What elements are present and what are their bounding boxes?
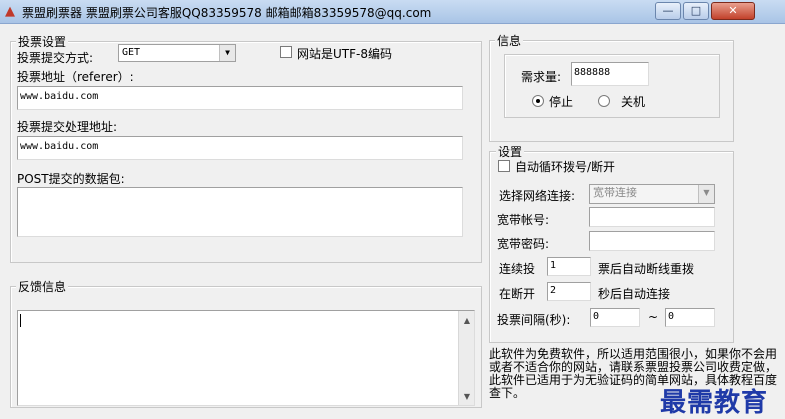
scroll-up-icon[interactable]: ▲ (459, 313, 475, 329)
client-area: 投票设置 投票提交方式: GET ▼ 网站是UTF-8编码 投票地址（refer… (0, 24, 785, 418)
reconnect-suffix: 秒后自动连接 (598, 287, 671, 301)
shutdown-label: 关机 (621, 95, 646, 109)
close-button[interactable]: ✕ (711, 2, 755, 20)
stop-label: 停止 (549, 95, 574, 109)
password-label: 宽带密码: (497, 237, 550, 251)
vote-settings-label: 投票设置 (16, 33, 69, 50)
handler-label: 投票提交处理地址: (17, 120, 118, 134)
post-data-label: POST提交的数据包: (17, 172, 125, 186)
feedback-scrollbar[interactable]: ▲ ▼ (458, 311, 474, 405)
reconnect-label: 在断开 (499, 287, 536, 301)
utf8-checkbox[interactable] (280, 46, 292, 58)
consecutive-suffix: 票后自动断线重拨 (598, 262, 695, 276)
demand-input[interactable]: 888888 (571, 62, 649, 86)
close-icon: ✕ (728, 4, 738, 17)
network-label: 选择网络连接: (499, 189, 576, 203)
referer-label: 投票地址（referer）: (17, 70, 134, 84)
title-bar: ▲ 票盟刷票器 票盟刷票公司客服QQ83359578 邮箱邮箱83359578@… (0, 0, 785, 24)
referer-input[interactable]: www.baidu.com (17, 86, 463, 110)
stop-radio[interactable] (532, 95, 544, 107)
interval-min-input[interactable]: 0 (590, 308, 640, 327)
maximize-button[interactable]: □ (683, 2, 709, 20)
submit-method-label: 投票提交方式: (17, 51, 94, 65)
consecutive-label: 连续投 (499, 262, 536, 276)
password-input[interactable] (589, 231, 715, 251)
window-title: 票盟刷票器 票盟刷票公司客服QQ83359578 邮箱邮箱83359578@qq… (22, 6, 432, 20)
utf8-label: 网站是UTF-8编码 (297, 47, 392, 61)
interval-label: 投票间隔(秒): (497, 313, 571, 327)
interval-max-input[interactable]: 0 (665, 308, 715, 327)
scroll-down-icon[interactable]: ▼ (459, 389, 475, 405)
auto-dial-checkbox[interactable] (498, 160, 510, 172)
submit-method-value: GET (122, 47, 141, 58)
demand-label: 需求量: (521, 70, 562, 84)
text-caret (20, 314, 21, 327)
watermark-text: 最需教育 (660, 388, 769, 418)
app-icon: ▲ (5, 4, 15, 19)
feedback-textarea[interactable]: ▲ ▼ (17, 310, 475, 406)
feedback-label: 反馈信息 (16, 278, 69, 295)
chevron-down-icon: ▼ (698, 185, 714, 203)
consecutive-input[interactable]: 1 (547, 257, 591, 276)
shutdown-radio[interactable] (598, 95, 610, 107)
post-data-input[interactable] (17, 187, 463, 237)
handler-input[interactable]: www.baidu.com (17, 136, 463, 160)
network-value: 宽带连接 (593, 186, 637, 199)
reconnect-input[interactable]: 2 (547, 282, 591, 301)
maximize-icon: □ (690, 4, 702, 17)
minimize-button[interactable]: — (655, 2, 681, 20)
submit-method-select[interactable]: GET ▼ (118, 44, 236, 62)
info-label: 信息 (495, 32, 524, 49)
auto-dial-label: 自动循环拨号/断开 (515, 160, 616, 174)
network-select[interactable]: 宽带连接 ▼ (589, 184, 715, 204)
account-input[interactable] (589, 207, 715, 227)
minimize-icon: — (662, 4, 674, 17)
account-label: 宽带帐号: (497, 213, 550, 227)
interval-separator: ~ (648, 310, 659, 324)
chevron-down-icon: ▼ (219, 45, 235, 61)
